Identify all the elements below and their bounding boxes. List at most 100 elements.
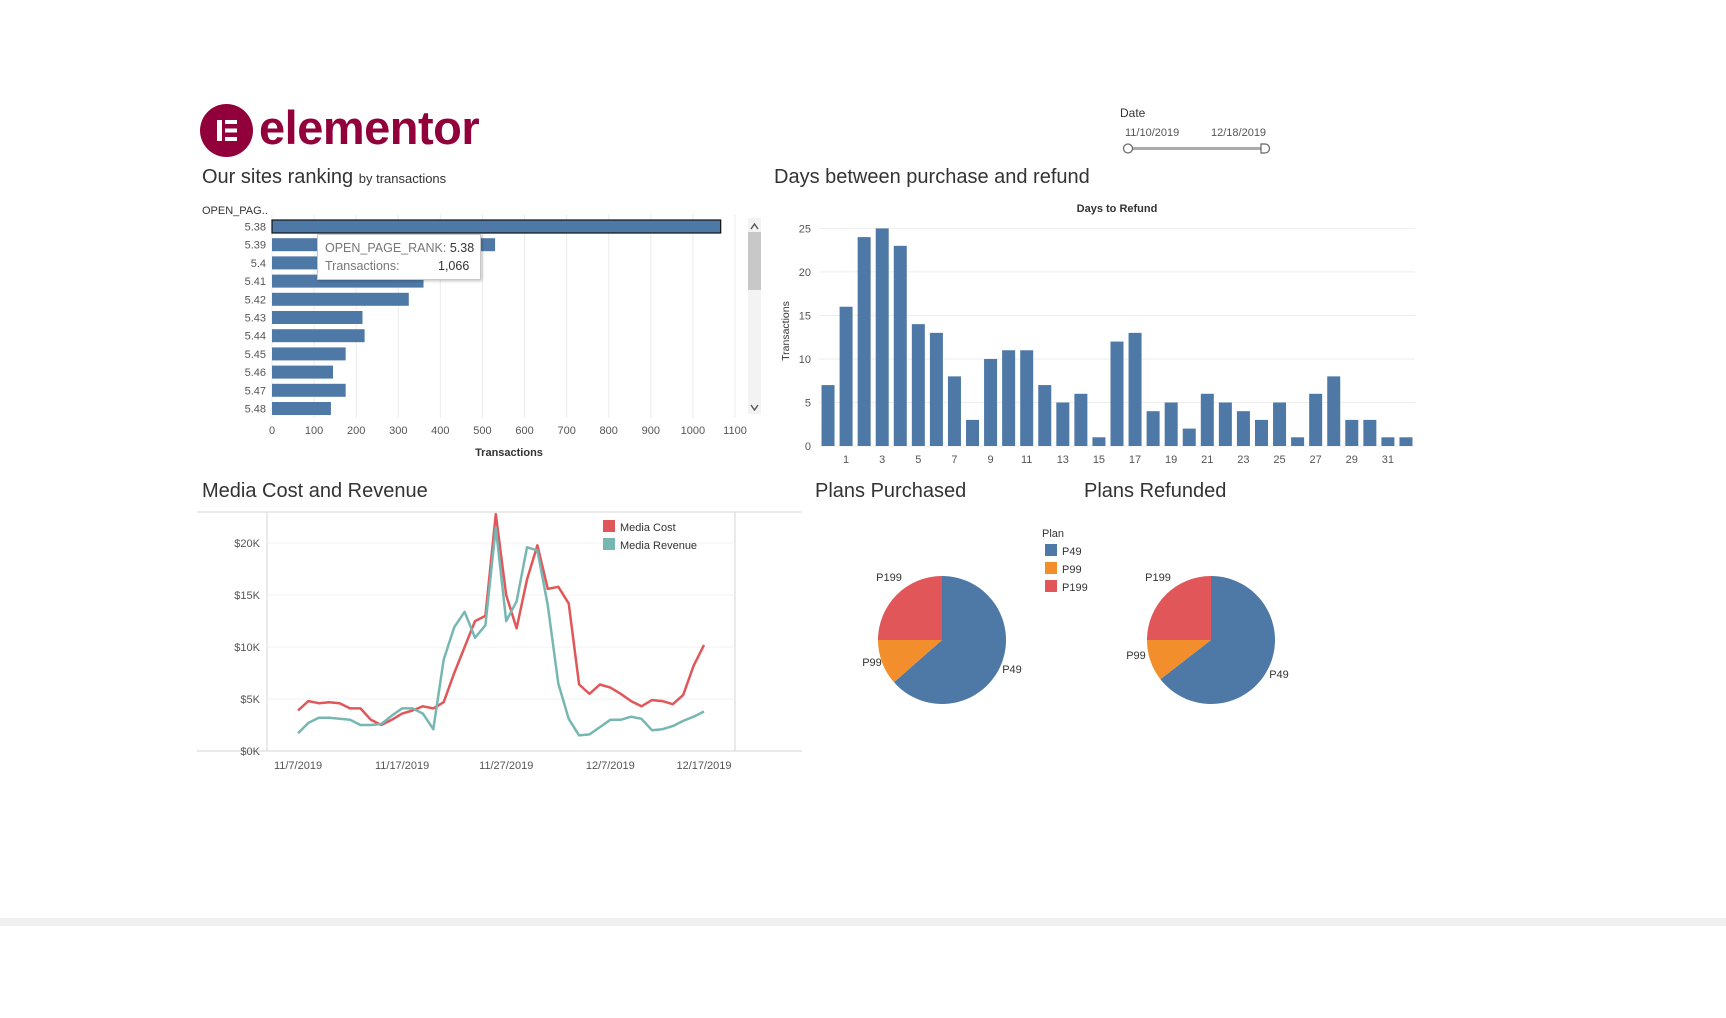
refund-bar[interactable] [821,385,835,446]
y-axis-title: Transactions [780,301,792,361]
x-tick-label: 21 [1201,454,1213,466]
refund-bar[interactable] [984,358,998,446]
refund-bar[interactable] [1327,376,1341,446]
x-tick-label: 11/27/2019 [479,760,533,772]
refund-bar[interactable] [1182,428,1196,446]
refund-bar[interactable] [1273,402,1287,446]
brand-name: elementor [259,101,480,154]
refund-bar[interactable] [1128,332,1142,446]
ranking-bar[interactable] [272,402,331,415]
refund-bar[interactable] [1002,350,1016,446]
pie-slice-label: P49 [1002,664,1022,676]
refund-bar[interactable] [966,419,980,446]
refund-bar[interactable] [875,228,889,446]
date-slider-start-handle[interactable] [1122,143,1134,154]
x-axis-title: Transactions [475,447,543,459]
x-tick-label: 27 [1310,454,1322,466]
ranking-bar[interactable] [272,329,365,343]
refund-bar[interactable] [1236,411,1250,446]
tooltip-rank-value: 5.38 [449,241,475,255]
ranking-bar[interactable] [272,292,409,306]
y-tick-label: $20K [234,538,260,550]
tooltip-tx-value: 1,066 [438,259,470,273]
scrollbar-thumb[interactable] [748,232,761,290]
pie-slice-label: P199 [876,572,902,584]
category-label: 5.43 [245,313,266,325]
category-label: 5.41 [245,276,266,288]
pie-slice[interactable] [878,576,942,640]
plans-refunded-title: Plans Refunded [1084,480,1227,502]
refund-bar[interactable] [1254,419,1268,446]
x-tick-label: 900 [642,425,660,437]
category-label: 5.47 [245,385,266,397]
y-tick-label: 15 [799,310,811,322]
refund-bar[interactable] [893,245,907,446]
refund-bar[interactable] [1164,402,1178,446]
x-tick-label: 23 [1237,454,1249,466]
refund-bar[interactable] [1092,437,1106,446]
days-to-refund-chart[interactable]: 05101520251 3 5 7 9 11 13 15 17 19 21 23 25 27 29 31Day… [775,195,1435,470]
ranking-bar[interactable] [272,311,363,324]
refund-bar[interactable] [1200,393,1214,446]
chart-subtitle: Days to Refund [1077,203,1158,215]
refund-bar[interactable] [1074,393,1088,446]
tooltip-rank-label: OPEN_PAGE_RANK: [325,241,447,255]
category-label: 5.46 [245,367,266,379]
y-tick-label: $10K [234,642,260,654]
x-tick-label: 3 [879,454,885,466]
refund-bar[interactable] [1363,419,1377,446]
legend-swatch [603,538,615,550]
refund-bar[interactable] [1291,437,1305,446]
x-tick-label: 29 [1346,454,1358,466]
refund-bar[interactable] [1345,419,1359,446]
sites-ranking-subtitle: by transactions [358,171,447,186]
refund-bar[interactable] [929,332,943,446]
ranking-bar[interactable] [272,365,334,379]
refund-bar[interactable] [1110,341,1124,446]
y-tick-label: $15K [234,590,260,602]
x-tick-label: 12/17/2019 [676,760,731,772]
refund-bar[interactable] [1020,350,1034,446]
ranking-bar[interactable] [272,347,346,361]
ranking-bar[interactable] [272,383,346,397]
pie-slice-label: P49 [1269,669,1289,681]
legend-label: Media Cost [620,522,676,534]
pie-slice-label: P99 [862,657,882,669]
refund-bar[interactable] [839,306,853,446]
date-filter-label: Date [1120,106,1146,120]
ranking-bar[interactable] [271,219,722,234]
pie-slice-label: P199 [1145,572,1171,584]
sites-ranking-chart[interactable]: 0 100 200 300 400 500 600 700 800 900 1000 1100 OPEN… [195,200,770,460]
sites-ranking-title: Our sites ranking by transactions [202,166,446,189]
refund-bar[interactable] [911,324,925,446]
refund-bar[interactable] [1381,437,1395,446]
legend-swatch [1045,544,1057,556]
refund-bar[interactable] [1399,437,1413,446]
refund-bar[interactable] [1309,393,1323,446]
refund-bar[interactable] [947,376,961,446]
media-cost-revenue-chart[interactable]: $0K $5K $10K $15K $20K 11/7/2019 11/17/2019 11/… [197,508,807,778]
refund-bar[interactable] [1056,402,1070,446]
legend-swatch [1045,562,1057,574]
pie-slice-label: P99 [1126,650,1146,662]
x-tick-label: 11 [1021,454,1032,466]
legend-swatch [1045,580,1057,592]
refund-bar[interactable] [857,237,871,446]
date-range-slider[interactable] [1118,141,1278,157]
pie-slice[interactable] [1147,576,1211,640]
x-tick-label: 19 [1165,454,1177,466]
y-tick-label: $5K [240,694,260,706]
y-tick-label: 25 [799,223,811,235]
refund-bar[interactable] [1218,402,1232,446]
date-slider-track [1128,147,1266,150]
x-tick-label: 1100 [723,425,747,437]
date-filter-start: 11/10/2019 [1125,127,1180,139]
plans-pie-charts[interactable]: P49 P99 P199 P49 P99 P199 Plan P49 P99 P199 [840,520,1320,720]
legend-label: P49 [1062,546,1082,558]
x-tick-label: 9 [988,454,994,466]
x-tick-label: 11/7/2019 [274,760,322,772]
days-refund-title: Days between purchase and refund [774,166,1090,188]
refund-bar[interactable] [1146,411,1160,446]
refund-bar[interactable] [1038,385,1052,446]
bar-tooltip: OPEN_PAGE_RANK: 5.38 Transactions: 1,066 [317,234,481,280]
